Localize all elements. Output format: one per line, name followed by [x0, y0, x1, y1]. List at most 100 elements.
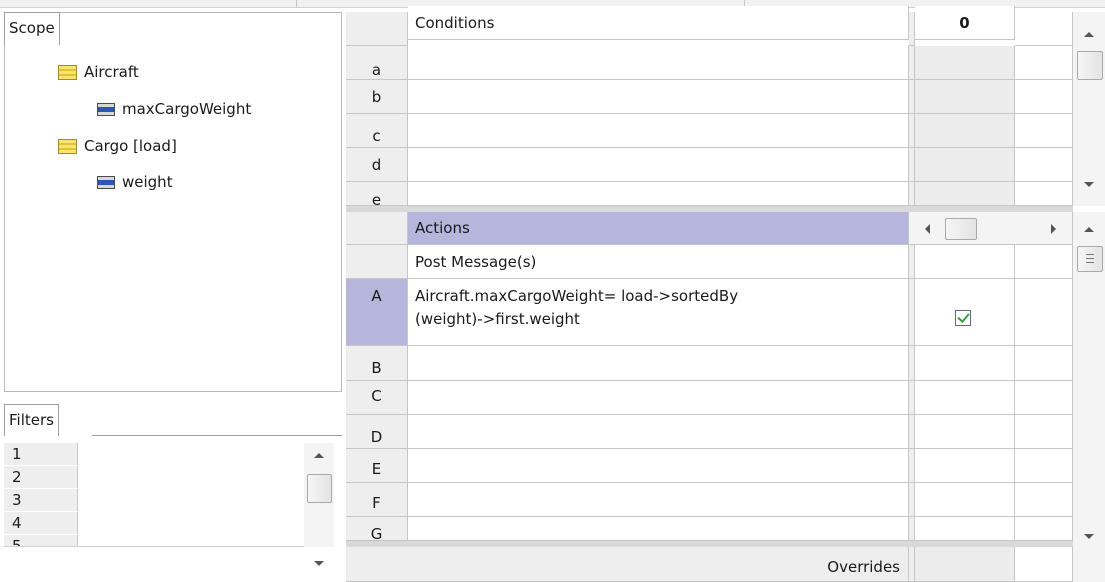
class-icon	[58, 64, 77, 80]
action-cell[interactable]	[408, 346, 909, 381]
action-cell[interactable]	[408, 381, 909, 415]
tree-item-cargo-load[interactable]: Cargo [load]	[58, 133, 177, 159]
filter-row[interactable]: 4	[4, 512, 334, 534]
action-row-label: G	[346, 517, 408, 541]
action-extra-cell	[1015, 415, 1073, 449]
condition-cell[interactable]	[408, 182, 909, 206]
tree-item-label: Aircraft	[84, 63, 139, 81]
filter-cell[interactable]	[78, 512, 308, 534]
action-cell[interactable]	[408, 483, 909, 517]
action-cell[interactable]	[408, 449, 909, 483]
scroll-down-icon[interactable]	[1084, 534, 1094, 539]
corner-cell	[346, 12, 408, 46]
grip-line	[1086, 254, 1094, 255]
action-check-cell[interactable]	[915, 415, 1015, 449]
filter-row[interactable]: 3	[4, 489, 334, 511]
scroll-up-icon[interactable]	[314, 453, 324, 458]
action-check-cell[interactable]	[915, 279, 1015, 346]
action-extra-cell	[1015, 279, 1073, 346]
actions-scrollbar[interactable]	[1073, 212, 1105, 582]
scroll-right-icon[interactable]	[1051, 224, 1056, 234]
condition-row-label: b	[346, 80, 408, 114]
filter-row[interactable]: 5	[4, 535, 334, 547]
action-row-label: C	[346, 381, 408, 415]
attribute-icon	[97, 102, 115, 116]
condition-cell[interactable]	[408, 114, 909, 148]
condition-row-label: e	[346, 182, 408, 206]
scroll-thumb[interactable]	[945, 218, 977, 240]
conditions-header: Conditions	[408, 6, 909, 40]
filter-cell[interactable]	[78, 443, 308, 465]
action-extra-cell	[1015, 517, 1073, 541]
strip-divider	[296, 0, 297, 8]
condition-row-label: c	[346, 114, 408, 148]
post-message-column	[915, 245, 1015, 279]
action-check-cell[interactable]	[915, 381, 1015, 415]
scroll-thumb[interactable]	[307, 474, 332, 503]
filters-tab-label: Filters	[9, 411, 54, 429]
condition-cell[interactable]	[408, 46, 909, 80]
condition-extra-cell	[1015, 148, 1073, 182]
filter-row-number: 1	[4, 443, 78, 465]
scroll-thumb[interactable]	[1077, 51, 1103, 80]
scope-tab[interactable]: Scope	[4, 12, 60, 45]
action-extra-cell	[1015, 381, 1073, 415]
scroll-up-icon[interactable]	[1084, 227, 1094, 232]
post-message-extra	[1015, 245, 1073, 279]
filter-row[interactable]: 1	[4, 443, 334, 465]
action-cell[interactable]	[408, 517, 909, 541]
overrides-cell[interactable]	[915, 547, 1015, 582]
condition-value-cell[interactable]	[915, 46, 1015, 80]
class-icon	[58, 138, 77, 154]
conditions-scrollbar[interactable]	[1073, 12, 1105, 206]
actions-header[interactable]: Actions	[408, 212, 909, 245]
tree-item-weight[interactable]: weight	[97, 169, 173, 195]
tree-item-maxcargoweight[interactable]: maxCargoWeight	[97, 96, 251, 122]
scroll-left-icon[interactable]	[925, 224, 930, 234]
filter-row-number: 3	[4, 489, 78, 511]
action-row-label[interactable]: A	[346, 279, 408, 346]
filters-tab[interactable]: Filters	[4, 404, 59, 436]
action-check-cell[interactable]	[915, 483, 1015, 517]
decision-table: Conditions 0 a b c d e Actions Post Mess…	[346, 6, 1073, 582]
condition-cell[interactable]	[408, 80, 909, 114]
action-row-label: F	[346, 483, 408, 517]
tree-item-aircraft[interactable]: Aircraft	[58, 59, 139, 85]
scroll-down-icon[interactable]	[314, 561, 324, 566]
scroll-down-icon[interactable]	[1084, 182, 1094, 187]
condition-value-cell[interactable]	[915, 80, 1015, 114]
action-check-cell[interactable]	[915, 346, 1015, 381]
condition-row-label: a	[346, 46, 408, 80]
condition-value-cell[interactable]	[915, 114, 1015, 148]
action-extra-cell	[1015, 449, 1073, 483]
scope-tab-label: Scope	[9, 19, 55, 37]
filters-scrollbar[interactable]	[304, 443, 334, 566]
filter-cell[interactable]	[78, 489, 308, 511]
tree-item-label: Cargo [load]	[84, 137, 177, 155]
condition-value-cell[interactable]	[915, 148, 1015, 182]
action-row-label: E	[346, 449, 408, 483]
scroll-up-icon[interactable]	[1084, 32, 1094, 37]
overrides-label: Overrides	[346, 547, 909, 582]
filter-cell[interactable]	[78, 535, 308, 546]
action-text-line: (weight)->first.weight	[415, 310, 580, 328]
tree-item-label: maxCargoWeight	[122, 100, 252, 118]
action-check-cell[interactable]	[915, 449, 1015, 483]
filter-cell[interactable]	[78, 466, 308, 488]
checkbox-checked[interactable]	[955, 310, 971, 326]
grip-line	[1086, 258, 1094, 259]
condition-cell[interactable]	[408, 148, 909, 182]
action-check-cell[interactable]	[915, 517, 1015, 541]
actions-hscrollbar[interactable]	[909, 212, 1073, 245]
attribute-icon	[97, 175, 115, 189]
condition-extra-cell	[1015, 46, 1073, 80]
condition-value-cell[interactable]	[915, 182, 1015, 206]
action-cell[interactable]: Aircraft.maxCargoWeight= load->sortedBy …	[408, 279, 909, 346]
scroll-thumb[interactable]	[1077, 246, 1103, 272]
filter-row[interactable]: 2	[4, 466, 334, 488]
action-cell[interactable]	[408, 415, 909, 449]
condition-column-header[interactable]: 0	[915, 6, 1015, 40]
scope-panel	[4, 12, 342, 392]
action-extra-cell	[1015, 346, 1073, 381]
filter-row-number: 5	[4, 535, 78, 546]
